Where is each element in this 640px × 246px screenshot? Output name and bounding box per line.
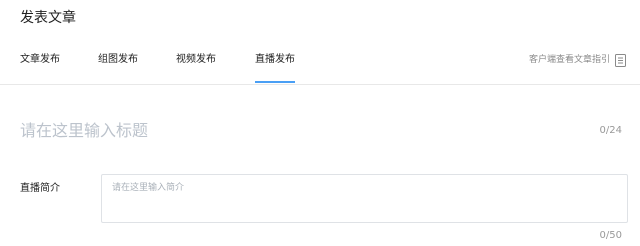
client-guide-label: 客户端查看文章指引 — [528, 55, 610, 65]
document-icon — [615, 53, 626, 67]
title-char-counter: 0/24 — [599, 125, 622, 136]
tab-bar: 文章发布 组图发布 视频发布 直播发布 客户端查看文章指引 — [0, 42, 640, 85]
client-guide-link[interactable]: 客户端查看文章指引 — [529, 52, 626, 68]
page-title: 发表文章 — [20, 10, 76, 26]
intro-char-counter: 0/50 — [599, 230, 622, 241]
tab-article[interactable]: 文章发布 — [20, 52, 60, 68]
live-intro-label: 直播简介 — [20, 183, 60, 194]
live-intro-textarea[interactable] — [101, 174, 628, 223]
tab-gallery[interactable]: 组图发布 — [98, 52, 138, 68]
title-input[interactable] — [20, 116, 580, 144]
tab-live[interactable]: 直播发布 — [255, 52, 295, 83]
tab-video[interactable]: 视频发布 — [176, 52, 216, 68]
